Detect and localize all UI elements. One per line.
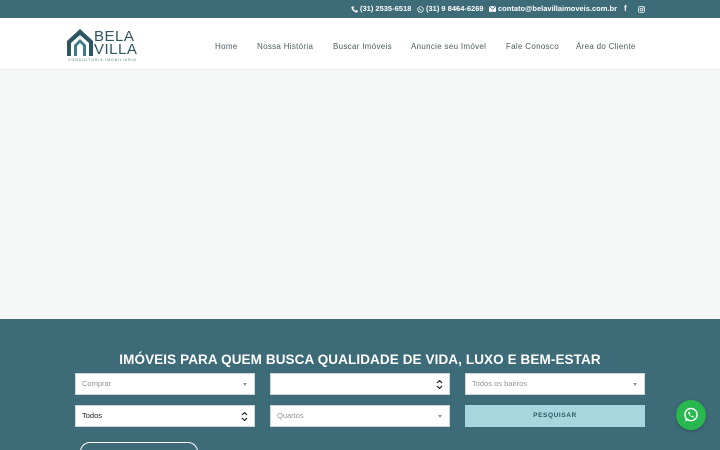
property-type-select[interactable]: Todos	[75, 405, 255, 427]
search-heading: IMÓVEIS PARA QUEM BUSCA QUALIDADE DE VID…	[119, 352, 601, 367]
instagram-link[interactable]	[637, 0, 645, 18]
email-address: contato@belavillaimoveis.com.br	[498, 4, 618, 13]
nav-buscar-imoveis[interactable]: Buscar Imóveis	[333, 18, 392, 70]
main-nav: Home Nossa História Buscar Imóveis Anunc…	[0, 18, 720, 70]
property-search: IMÓVEIS PARA QUEM BUSCA QUALIDADE DE VID…	[0, 319, 720, 450]
facebook-icon: f	[624, 4, 627, 13]
phone-icon	[350, 5, 358, 13]
caret-down-icon	[438, 415, 442, 418]
nav-home[interactable]: Home	[215, 18, 238, 70]
neighborhood-placeholder: Todos os bairros	[472, 379, 528, 388]
purpose-placeholder: Comprar	[82, 379, 112, 388]
caret-down-icon	[633, 383, 637, 386]
nav-nossa-historia[interactable]: Nossa História	[257, 18, 313, 70]
property-type-value: Todos	[82, 411, 103, 420]
city-select[interactable]	[270, 373, 450, 395]
phone-contact[interactable]: (31) 2535-6518	[350, 0, 411, 18]
caret-down-icon	[243, 383, 247, 386]
nav-fale-conosco[interactable]: Fale Conosco	[506, 18, 559, 70]
whatsapp-float-button[interactable]	[676, 400, 706, 430]
nav-area-cliente[interactable]: Área do Cliente	[576, 18, 636, 70]
outline-button[interactable]	[80, 442, 198, 450]
whatsapp-icon	[684, 407, 698, 422]
site-header: BELA VILLA CONSULTORIA IMOBILIÁRIA Home …	[0, 18, 720, 70]
instagram-icon	[637, 5, 645, 13]
neighborhood-select[interactable]: Todos os bairros	[465, 373, 645, 395]
chevron-updown-icon	[241, 412, 248, 421]
chevron-updown-icon	[436, 380, 443, 389]
top-contact-bar: (31) 2535-6518 (31) 9 8464-6269 contato@…	[0, 0, 720, 18]
email-contact[interactable]: contato@belavillaimoveis.com.br	[488, 0, 617, 18]
rooms-select[interactable]: Quartos	[270, 405, 450, 427]
whatsapp-number: (31) 9 8464-6269	[426, 4, 484, 13]
whatsapp-icon	[416, 5, 424, 13]
hero-banner	[0, 70, 720, 319]
facebook-link[interactable]: f	[624, 0, 627, 18]
nav-anuncie-imovel[interactable]: Anuncie seu Imóvel	[411, 18, 486, 70]
purpose-select[interactable]: Comprar	[75, 373, 255, 395]
phone-number: (31) 2535-6518	[360, 4, 412, 13]
search-button[interactable]: PESQUISAR	[465, 405, 645, 427]
envelope-icon	[488, 5, 496, 13]
rooms-placeholder: Quartos	[277, 411, 304, 420]
whatsapp-contact[interactable]: (31) 9 8464-6269	[416, 0, 484, 18]
